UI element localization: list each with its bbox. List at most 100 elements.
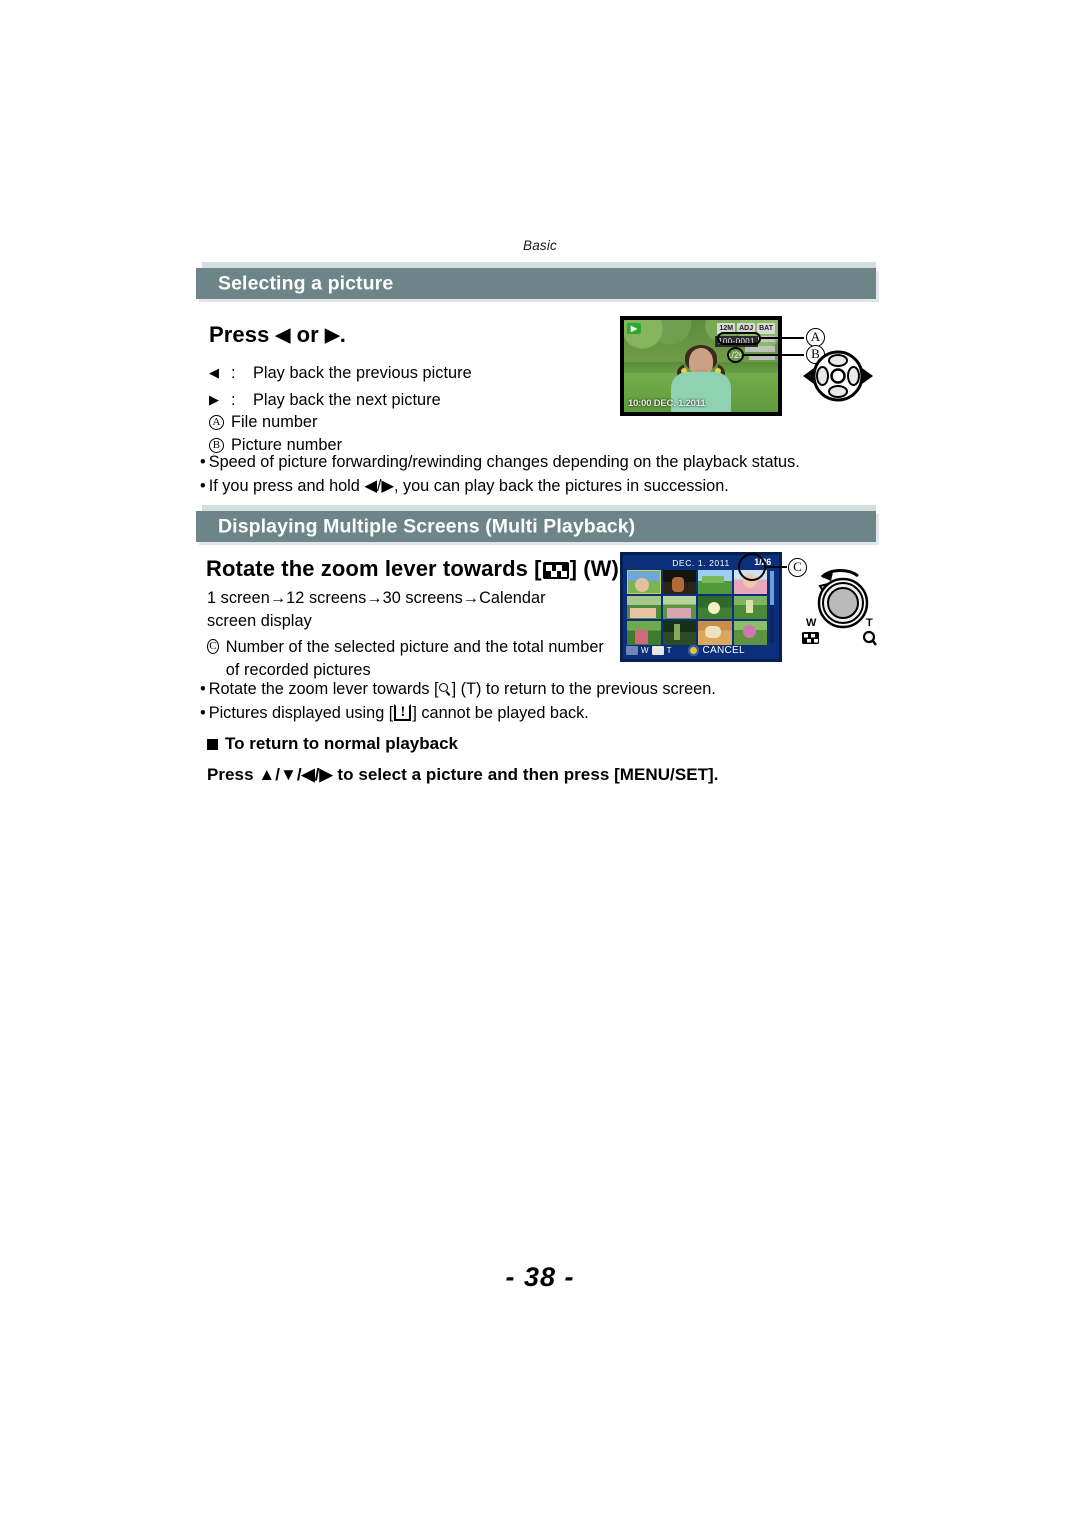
playback-mode-icon: ▶ (627, 323, 641, 334)
leader-line-a (759, 337, 804, 339)
circled-letter-c: C (207, 639, 219, 654)
multi-screen-icon (542, 562, 569, 579)
notes-list-selecting: • Speed of picture forwarding/rewinding … (200, 451, 860, 498)
section-title: Selecting a picture (218, 272, 394, 294)
key-row-text: Play back the next picture (253, 391, 441, 409)
right-arrow-icon: ▶ (325, 325, 340, 346)
subsection-heading-text: To return to normal playback (225, 734, 459, 753)
note-text: If you press and hold ◀/▶, you can play … (208, 476, 729, 495)
section-header-bar: Displaying Multiple Screens (Multi Playb… (196, 511, 876, 542)
note-item: • If you press and hold ◀/▶, you can pla… (200, 475, 860, 499)
bullet-dot: • (200, 703, 206, 722)
step-heading-rotate-zoom-lever: Rotate the zoom lever towards [ ] (W). (206, 556, 625, 582)
illustration-cursor-button (803, 348, 873, 404)
callout-legend-a: A File number (209, 411, 609, 434)
subsection-return-to-normal-playback: To return to normal playback Press ▲/▼/◀… (207, 734, 867, 786)
left-arrow-icon (803, 368, 814, 384)
t-label: T (866, 617, 873, 629)
section-header-bar: Selecting a picture (196, 268, 876, 299)
thumbnail-item[interactable] (698, 621, 732, 645)
notes-list-multi: • Rotate the zoom lever towards [ ] (T) t… (200, 678, 860, 725)
thumbnail-item[interactable] (733, 621, 767, 645)
callout-legend-a-text: File number (231, 413, 318, 431)
multi-screen-icon (626, 646, 638, 655)
key-row-previous: ◀ : Play back the previous picture (209, 362, 629, 385)
highlight-ellipse-counter (738, 553, 766, 581)
note-item: • Pictures displayed using [!] cannot be… (200, 702, 860, 726)
magnifier-icon (862, 630, 877, 646)
circled-letter-a: A (209, 415, 224, 430)
step-heading-pre: Press (209, 322, 276, 347)
thumbnail-item[interactable] (698, 570, 732, 594)
thumbnail-item[interactable] (627, 621, 661, 645)
warning-icon: ! (394, 703, 412, 721)
running-head: Basic (522, 238, 557, 253)
right-arrow-icon (862, 368, 873, 384)
leader-line-b (743, 354, 804, 356)
step-heading-press-arrows: Press ◀ or ▶. (209, 322, 346, 348)
thumbnail-item[interactable] (698, 595, 732, 620)
illustration-zoom-lever: W T (796, 558, 882, 658)
joystick-icon (688, 645, 700, 656)
square-bullet-icon (207, 738, 218, 750)
subsection-heading: To return to normal playback (207, 734, 867, 754)
note-item: • Speed of picture forwarding/rewinding … (200, 451, 860, 475)
bullet-dot: • (200, 680, 206, 698)
thumbnail-item[interactable] (662, 621, 696, 645)
cursor-button-svg (803, 350, 873, 402)
section-title: Displaying Multiple Screens (Multi Playb… (218, 515, 636, 537)
right-arrow-icon: ▶ (209, 392, 220, 407)
thumbnail-item[interactable] (662, 595, 696, 620)
thumbnail-item[interactable] (627, 570, 661, 594)
t-label: T (666, 646, 672, 655)
scrollbar[interactable] (770, 571, 774, 643)
highlight-ellipse-file-number (717, 332, 761, 345)
cancel-label: CANCEL (702, 645, 745, 656)
note-text: Speed of picture forwarding/rewinding ch… (208, 453, 800, 471)
thumbnail-item[interactable] (662, 570, 696, 594)
callout-legend-c: C Number of the selected picture and the… (207, 636, 622, 682)
timestamp-overlay: 10:00 DEC. 1.2011 (628, 398, 706, 409)
note-item: • Rotate the zoom lever towards [ ] (T) t… (200, 678, 860, 702)
section-header-multi-playback: Displaying Multiple Screens (Multi Playb… (196, 505, 876, 542)
leader-line-c (765, 566, 787, 568)
magnifier-icon (438, 682, 452, 697)
step-heading-pre: Rotate the zoom lever towards [ (206, 556, 542, 581)
step-heading-mid: or (290, 322, 325, 347)
zoom-lever-svg: W T (802, 569, 877, 646)
note-text-pre: Rotate the zoom lever towards [ (208, 680, 439, 698)
note-text-post: ] (T) to return to the previous screen. (451, 680, 716, 698)
thumbnail-grid (627, 570, 767, 645)
subsection-body-text: Press ▲/▼/◀/▶ to select a picture and th… (207, 765, 719, 784)
magnifier-icon (651, 646, 664, 655)
bullet-dot: • (200, 453, 206, 471)
key-row-next: ▶ : Play back the next picture (209, 389, 629, 412)
manual-page: Basic Selecting a picture Press ◀ or ▶. … (0, 0, 1080, 1526)
w-label: W (641, 646, 649, 655)
cancel-button[interactable]: CANCEL (688, 645, 745, 656)
key-description-list: ◀ : Play back the previous picture ▶ : P… (209, 362, 629, 412)
note-text-pre: Pictures displayed using [ (208, 703, 394, 722)
battery-icon: BAT (757, 323, 775, 334)
left-arrow-icon: ◀ (275, 325, 291, 346)
key-row-separator: : (231, 364, 236, 382)
illustration-lcd-single-playback: ▶ 12M ADJ BAT 100-0001 1/26 10:00 DEC. 1… (620, 316, 782, 416)
left-arrow-icon: ◀ (209, 365, 220, 380)
thumbnail-item[interactable] (733, 595, 767, 620)
scrollbar-thumb[interactable] (770, 571, 774, 605)
section-header-selecting-a-picture: Selecting a picture (196, 262, 876, 299)
step-heading-post: ] (W). (569, 556, 626, 581)
highlight-ellipse-picture-number (727, 347, 744, 363)
key-row-separator: : (231, 391, 236, 409)
note-text-post: ] cannot be played back. (412, 703, 589, 722)
thumbnail-item[interactable] (627, 595, 661, 620)
multi-playback-bottom-bar: W T CANCEL (626, 644, 776, 657)
step-heading-post: . (339, 322, 346, 347)
key-row-text: Play back the previous picture (253, 364, 472, 382)
page-number: - 38 - (505, 1262, 575, 1292)
callout-legend-c-text: Number of the selected picture and the t… (225, 638, 604, 679)
w-label: W (806, 617, 817, 629)
screen-count-flow-text: 1 screen→12 screens→30 screens→Calendar … (207, 589, 546, 630)
multi-screen-icon (802, 632, 819, 644)
bullet-dot: • (200, 476, 206, 495)
